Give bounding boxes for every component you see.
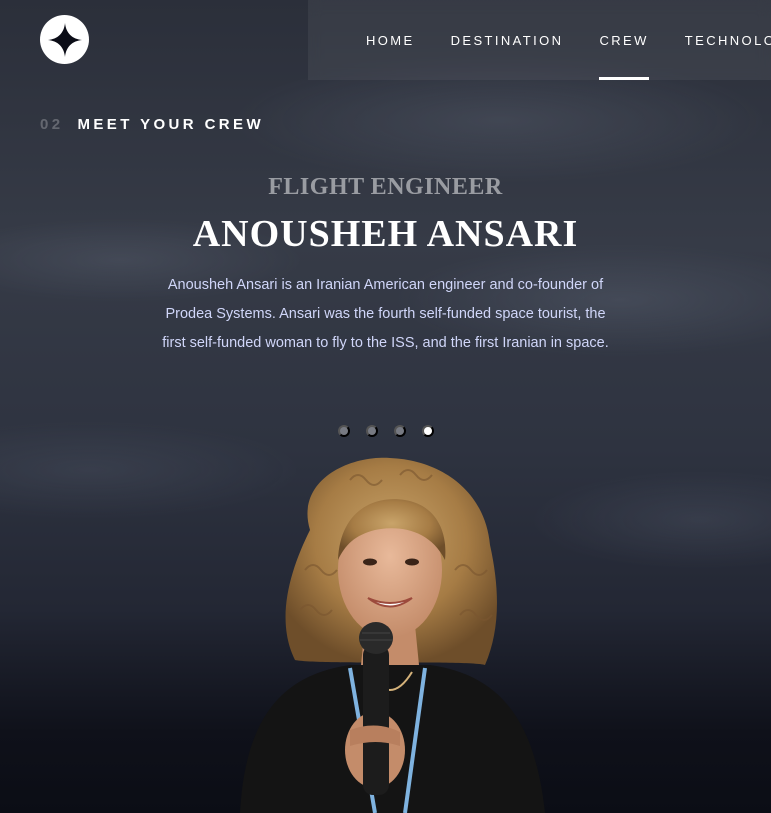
section-number: 02 <box>40 116 64 133</box>
section-title: MEET YOUR CREW <box>77 116 264 133</box>
star-icon <box>47 22 82 57</box>
logo[interactable] <box>40 15 89 64</box>
section-heading: 02 MEET YOUR CREW <box>40 116 264 133</box>
crew-portrait <box>240 457 545 813</box>
crew-bio: Anousheh Ansari is an Iranian American e… <box>162 277 609 351</box>
nav-destination-label: DESTINATION <box>450 32 564 48</box>
nav-crew-label: CREW <box>599 32 649 48</box>
nav-technology-label: TECHNOLOGY <box>684 32 771 48</box>
nav-home[interactable]: HOME <box>366 0 415 80</box>
slider-dot-4[interactable] <box>422 425 434 437</box>
main-nav: HOME DESTINATION CREW TECHNOLOGY <box>308 0 771 80</box>
slider-dot-3[interactable] <box>394 425 406 437</box>
slider-dot-2[interactable] <box>366 425 378 437</box>
nav-crew[interactable]: CREW <box>599 0 650 80</box>
slider-dot-1[interactable] <box>338 425 350 437</box>
nav-technology[interactable]: TECHNOLOGY <box>685 0 771 80</box>
nav-home-label: HOME <box>366 32 415 48</box>
crew-slider-dots <box>338 425 434 437</box>
nav-destination[interactable]: DESTINATION <box>451 0 564 80</box>
crew-role: FLIGHT ENGINEER <box>268 174 503 200</box>
crew-name: ANOUSHEH ANSARI <box>192 213 579 255</box>
